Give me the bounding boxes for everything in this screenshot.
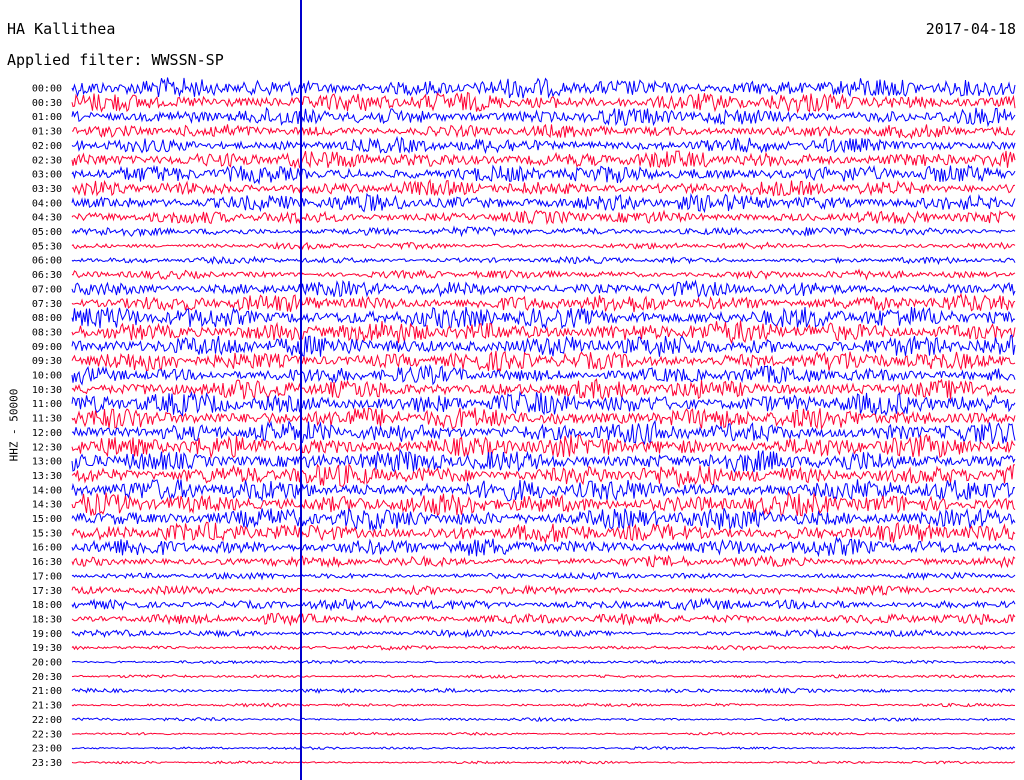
seismic-trace-row bbox=[71, 419, 1016, 446]
row-time-label: 03:30 bbox=[32, 184, 62, 195]
row-time-label: 23:30 bbox=[32, 758, 62, 769]
seismic-trace-row bbox=[71, 255, 1016, 266]
row-time-label: 14:30 bbox=[32, 500, 62, 511]
seismic-trace-row bbox=[71, 716, 1016, 723]
row-time-label: 01:00 bbox=[32, 112, 62, 123]
row-time-label: 01:30 bbox=[32, 127, 62, 138]
row-time-label: 08:30 bbox=[32, 327, 62, 338]
row-time-label: 20:00 bbox=[32, 658, 62, 669]
seismic-trace-row bbox=[71, 292, 1016, 313]
seismic-trace-row bbox=[71, 225, 1016, 238]
seismic-trace-row bbox=[71, 268, 1016, 281]
row-time-label: 17:00 bbox=[32, 571, 62, 582]
trace-group bbox=[71, 77, 1016, 765]
row-time-label: 00:30 bbox=[32, 98, 62, 109]
seismic-trace-row bbox=[71, 306, 1016, 330]
filter-label: Applied filter: WWSSN-SP bbox=[7, 51, 224, 69]
seismic-trace-row bbox=[71, 491, 1016, 517]
row-time-label: 13:30 bbox=[32, 471, 62, 482]
seismic-trace-row bbox=[71, 91, 1016, 114]
seismic-trace-row bbox=[71, 584, 1016, 597]
row-time-label: 14:00 bbox=[32, 485, 62, 496]
seismic-trace-row bbox=[71, 209, 1016, 225]
row-time-label: 11:30 bbox=[32, 414, 62, 425]
row-time-label: 16:00 bbox=[32, 543, 62, 554]
row-time-label: 05:00 bbox=[32, 227, 62, 238]
row-time-label: 20:30 bbox=[32, 672, 62, 683]
row-time-label: 13:00 bbox=[32, 457, 62, 468]
seismic-trace-row bbox=[71, 106, 1016, 128]
row-time-label: 10:30 bbox=[32, 385, 62, 396]
row-time-label: 11:00 bbox=[32, 399, 62, 410]
seismic-trace-row bbox=[71, 687, 1016, 695]
row-time-label: 07:30 bbox=[32, 299, 62, 310]
row-time-label: 02:00 bbox=[32, 141, 62, 152]
row-time-label: 12:30 bbox=[32, 442, 62, 453]
seismic-trace-row bbox=[71, 135, 1016, 155]
row-time-label: 07:00 bbox=[32, 284, 62, 295]
row-time-label: 15:30 bbox=[32, 528, 62, 539]
seismic-trace-row bbox=[71, 612, 1016, 627]
seismic-trace-row bbox=[71, 571, 1016, 581]
row-time-label: 23:00 bbox=[32, 744, 62, 755]
seismic-trace-row bbox=[71, 673, 1016, 679]
row-time-label: 05:30 bbox=[32, 241, 62, 252]
row-time-label: 18:00 bbox=[32, 600, 62, 611]
seismic-trace-row bbox=[71, 462, 1016, 489]
row-time-label: 08:00 bbox=[32, 313, 62, 324]
seismic-trace-row bbox=[71, 150, 1016, 170]
row-time-label: 15:00 bbox=[32, 514, 62, 525]
row-time-label: 09:30 bbox=[32, 356, 62, 367]
seismic-trace-row bbox=[72, 123, 1016, 140]
row-time-label: 02:30 bbox=[32, 155, 62, 166]
row-time-label: 21:00 bbox=[32, 686, 62, 697]
seismic-trace-row bbox=[71, 448, 1016, 474]
row-time-label: 17:30 bbox=[32, 586, 62, 597]
row-time-label: 06:30 bbox=[32, 270, 62, 281]
row-time-label: 10:00 bbox=[32, 371, 62, 382]
row-time-label: 22:00 bbox=[32, 715, 62, 726]
seismic-trace-row bbox=[71, 702, 1016, 708]
row-time-label: 19:00 bbox=[32, 629, 62, 640]
row-time-label: 22:30 bbox=[32, 729, 62, 740]
seismic-trace-row bbox=[71, 644, 1016, 651]
row-time-label: 21:30 bbox=[32, 701, 62, 712]
row-time-label: 06:00 bbox=[32, 256, 62, 267]
seismic-trace-row bbox=[71, 164, 1016, 185]
seismic-trace-row bbox=[71, 597, 1016, 612]
row-time-label: 04:00 bbox=[32, 198, 62, 209]
row-time-label: 04:30 bbox=[32, 213, 62, 224]
seismic-trace-row bbox=[71, 390, 1016, 417]
row-label-group: 00:00 00:30 01:00 01:30 02:00 02:30 03:00 03:30… bbox=[32, 84, 62, 769]
seismic-trace-row bbox=[71, 628, 1016, 639]
seismic-trace-row bbox=[71, 760, 1016, 765]
seismic-trace-row bbox=[71, 178, 1016, 197]
row-time-label: 12:00 bbox=[32, 428, 62, 439]
seismic-trace-row bbox=[71, 554, 1016, 569]
y-axis-label: HHZ - 50000 bbox=[7, 388, 21, 462]
helicorder-plot: 00:00 00:30 01:00 01:30 02:00 02:30 03:00 03:30… bbox=[32, 0, 1016, 780]
seismic-trace-row bbox=[71, 659, 1016, 665]
row-time-label: 00:00 bbox=[32, 84, 62, 95]
seismic-trace-row bbox=[71, 535, 1016, 558]
row-time-label: 19:30 bbox=[32, 643, 62, 654]
seismic-trace-row bbox=[71, 746, 1016, 751]
seismic-trace-row bbox=[71, 521, 1016, 545]
seismic-trace-row bbox=[71, 279, 1016, 298]
seismic-trace-row bbox=[71, 363, 1016, 386]
seismic-trace-row bbox=[71, 241, 1016, 251]
row-time-label: 09:00 bbox=[32, 342, 62, 353]
seismic-trace-row bbox=[71, 334, 1016, 358]
row-time-label: 03:00 bbox=[32, 170, 62, 181]
seismic-trace-row bbox=[71, 407, 1016, 431]
seismic-trace-row bbox=[71, 77, 1016, 99]
row-time-label: 18:30 bbox=[32, 614, 62, 625]
seismic-trace-row bbox=[71, 350, 1016, 373]
row-time-label: 16:30 bbox=[32, 557, 62, 568]
seismic-trace-row bbox=[71, 731, 1016, 736]
seismic-trace-row bbox=[71, 479, 1016, 502]
seismic-trace-row bbox=[71, 507, 1016, 532]
seismic-trace-row bbox=[71, 192, 1016, 214]
